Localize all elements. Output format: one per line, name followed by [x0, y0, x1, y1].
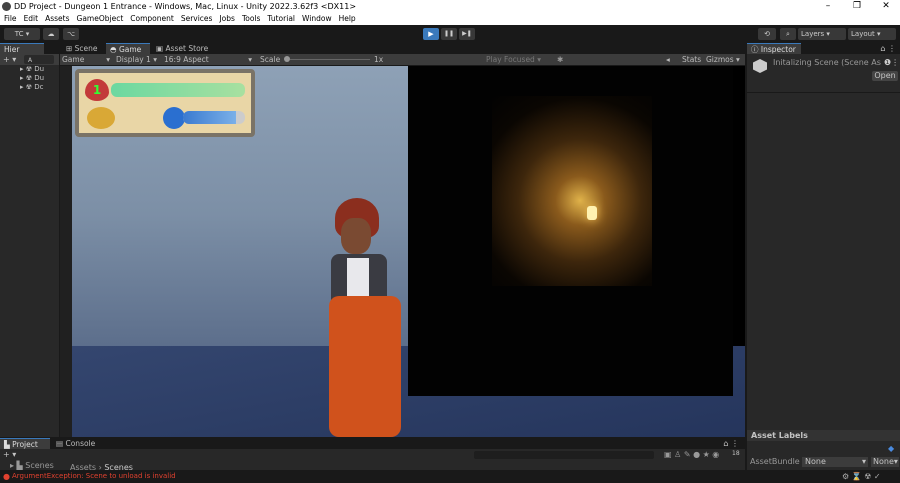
title-bar: DD Project - Dungeon 1 Entrance - Window… — [0, 0, 900, 13]
hierarchy-item[interactable]: ▸ ☢ Du — [20, 74, 59, 83]
filter-icons[interactable]: ▣ ♙ ✎ ● ★ ◉ — [664, 450, 719, 459]
maximize-button[interactable]: ❐ — [843, 0, 871, 13]
project-search[interactable] — [474, 451, 654, 459]
aspect-dropdown[interactable]: 16:9 Aspect ▾ — [164, 54, 252, 65]
tab-inspector[interactable]: ⓘ Inspector — [747, 43, 801, 54]
close-button[interactable]: ✕ — [872, 0, 900, 13]
error-icon: ● — [3, 472, 10, 481]
scale-label: Scale — [260, 55, 281, 64]
scale-value: 1x — [374, 55, 384, 64]
hierarchy-search[interactable]: A — [24, 55, 54, 64]
tab-hierarchy[interactable]: Hier — [0, 43, 44, 54]
hud-panel: 1 — [75, 69, 255, 137]
folder-scenes[interactable]: ▸ ▙ Scenes — [10, 461, 54, 470]
menu-tutorial[interactable]: Tutorial — [267, 13, 295, 25]
asset-bundle-dropdown[interactable]: None ▾ — [802, 457, 868, 467]
asset-bundle-label: AssetBundle — [750, 457, 800, 466]
add-button[interactable]: + ▾ — [3, 55, 16, 64]
unity-logo-icon — [2, 2, 11, 11]
gizmos-dropdown-icon[interactable]: ▾ — [736, 54, 740, 65]
pause-button[interactable]: ❚❚ — [441, 28, 457, 40]
mana-bar — [183, 111, 245, 124]
asset-labels-header: Asset Labels — [747, 430, 900, 441]
history-icon[interactable]: ⟲ — [758, 28, 776, 40]
cloud-icon[interactable]: ☁ — [43, 28, 59, 40]
status-icons[interactable]: ⚙ ⌛ ☢ ✓ — [842, 470, 881, 483]
minimize-button[interactable]: – — [814, 0, 842, 13]
hierarchy-item[interactable]: ▸ ☢ Du — [20, 65, 59, 74]
display-dropdown[interactable]: Display 1 ▾ — [116, 54, 158, 65]
tab-game[interactable]: ◓ Game — [106, 43, 150, 54]
menu-gameobject[interactable]: GameObject — [77, 13, 124, 25]
window-title: DD Project - Dungeon 1 Entrance - Window… — [14, 2, 357, 11]
potion-icon — [163, 107, 185, 129]
layers-label: Layers — [801, 30, 825, 38]
menu-bar: File Edit Assets GameObject Component Se… — [0, 13, 900, 25]
tab-console[interactable]: ▤ Console — [52, 438, 99, 449]
gizmos-button[interactable]: Gizmos — [706, 54, 734, 65]
lock-icon[interactable]: ⌂ ⋮ — [723, 438, 739, 449]
tab-scene[interactable]: ⊞ Scene — [62, 43, 102, 54]
inspector-panel: ⓘ Inspector ⌂ ⋮ Initalizing Scene (Scene… — [746, 43, 900, 470]
asset-count: 18 — [732, 450, 740, 457]
menu-component[interactable]: Component — [130, 13, 174, 25]
main-toolbar: TC ▾ ☁ ⌥ ▶ ❚❚ ▶❚ ⟲ ⌕ Layers ▾ Layout ▾ — [0, 26, 900, 42]
layout-dropdown[interactable]: Layout ▾ — [848, 28, 896, 40]
hierarchy-panel: Hier + ▾ A ▸ ☢ Du ▸ ☢ Du ▸ ☢ Dc — [0, 43, 59, 437]
menu-tools[interactable]: Tools — [242, 13, 260, 25]
heart-icon: 1 — [85, 79, 109, 101]
asset-variant-dropdown[interactable]: None▾ — [871, 457, 899, 467]
menu-edit[interactable]: Edit — [24, 13, 39, 25]
status-bar: ● ArgumentException: Scene to unload is … — [0, 470, 900, 483]
tag-icon[interactable]: ◆ — [888, 444, 894, 453]
character — [327, 196, 407, 437]
play-button[interactable]: ▶ — [423, 28, 439, 40]
project-panel: ▙ Project ▤ Console ⌂ ⋮ + ▾ ▣ ♙ ✎ ● ★ ◉ … — [0, 438, 745, 472]
game-toolbar: Game ▾ Display 1 ▾ 16:9 Aspect ▾ Scale 1x … — [60, 54, 745, 65]
tab-asset-store[interactable]: ▣ Asset Store — [152, 43, 212, 54]
scale-slider[interactable] — [290, 59, 370, 60]
menu-jobs[interactable]: Jobs — [219, 13, 234, 25]
step-button[interactable]: ▶❚ — [459, 28, 475, 40]
error-message[interactable]: ArgumentException: Scene to unload is in… — [12, 470, 176, 483]
play-focused-dropdown[interactable]: Play Focused ▾ — [486, 54, 541, 65]
account-button[interactable]: TC ▾ — [4, 28, 40, 40]
bug-icon[interactable]: ✱ — [557, 54, 563, 65]
divider — [747, 92, 900, 93]
audio-icon[interactable]: ◂ — [666, 54, 670, 65]
game-mode-dropdown[interactable]: Game ▾ — [62, 54, 110, 65]
stats-button[interactable]: Stats — [682, 54, 701, 65]
search-icon[interactable]: ⌕ — [780, 28, 796, 40]
menu-services[interactable]: Services — [181, 13, 213, 25]
unity-scene-icon — [753, 59, 767, 73]
health-bar — [111, 83, 245, 97]
hierarchy-controls: + ▾ A — [0, 54, 59, 65]
center-tabbar: ⊞ Scene ◓ Game ▣ Asset Store — [60, 43, 745, 54]
coin-icon — [87, 107, 115, 129]
add-button[interactable]: + ▾ — [3, 450, 16, 459]
lock-icon[interactable]: ⌂ ⋮ — [880, 43, 896, 54]
menu-window[interactable]: Window — [302, 13, 332, 25]
layout-label: Layout — [851, 30, 875, 38]
help-icon[interactable]: ❶⋮ — [884, 58, 899, 67]
tab-project[interactable]: ▙ Project — [0, 438, 50, 449]
torch-icon — [587, 206, 597, 220]
game-view[interactable]: 1 — [72, 66, 745, 437]
torch-light — [492, 96, 652, 286]
menu-assets[interactable]: Assets — [45, 13, 69, 25]
menu-file[interactable]: File — [4, 13, 17, 25]
open-button[interactable]: Open — [872, 71, 898, 81]
layers-dropdown[interactable]: Layers ▾ — [798, 28, 846, 40]
menu-help[interactable]: Help — [339, 13, 356, 25]
inspector-object-name: Initalizing Scene (Scene Ass‹ — [773, 58, 881, 67]
hierarchy-item[interactable]: ▸ ☢ Dc — [20, 83, 59, 92]
collab-icon[interactable]: ⌥ — [63, 28, 79, 40]
